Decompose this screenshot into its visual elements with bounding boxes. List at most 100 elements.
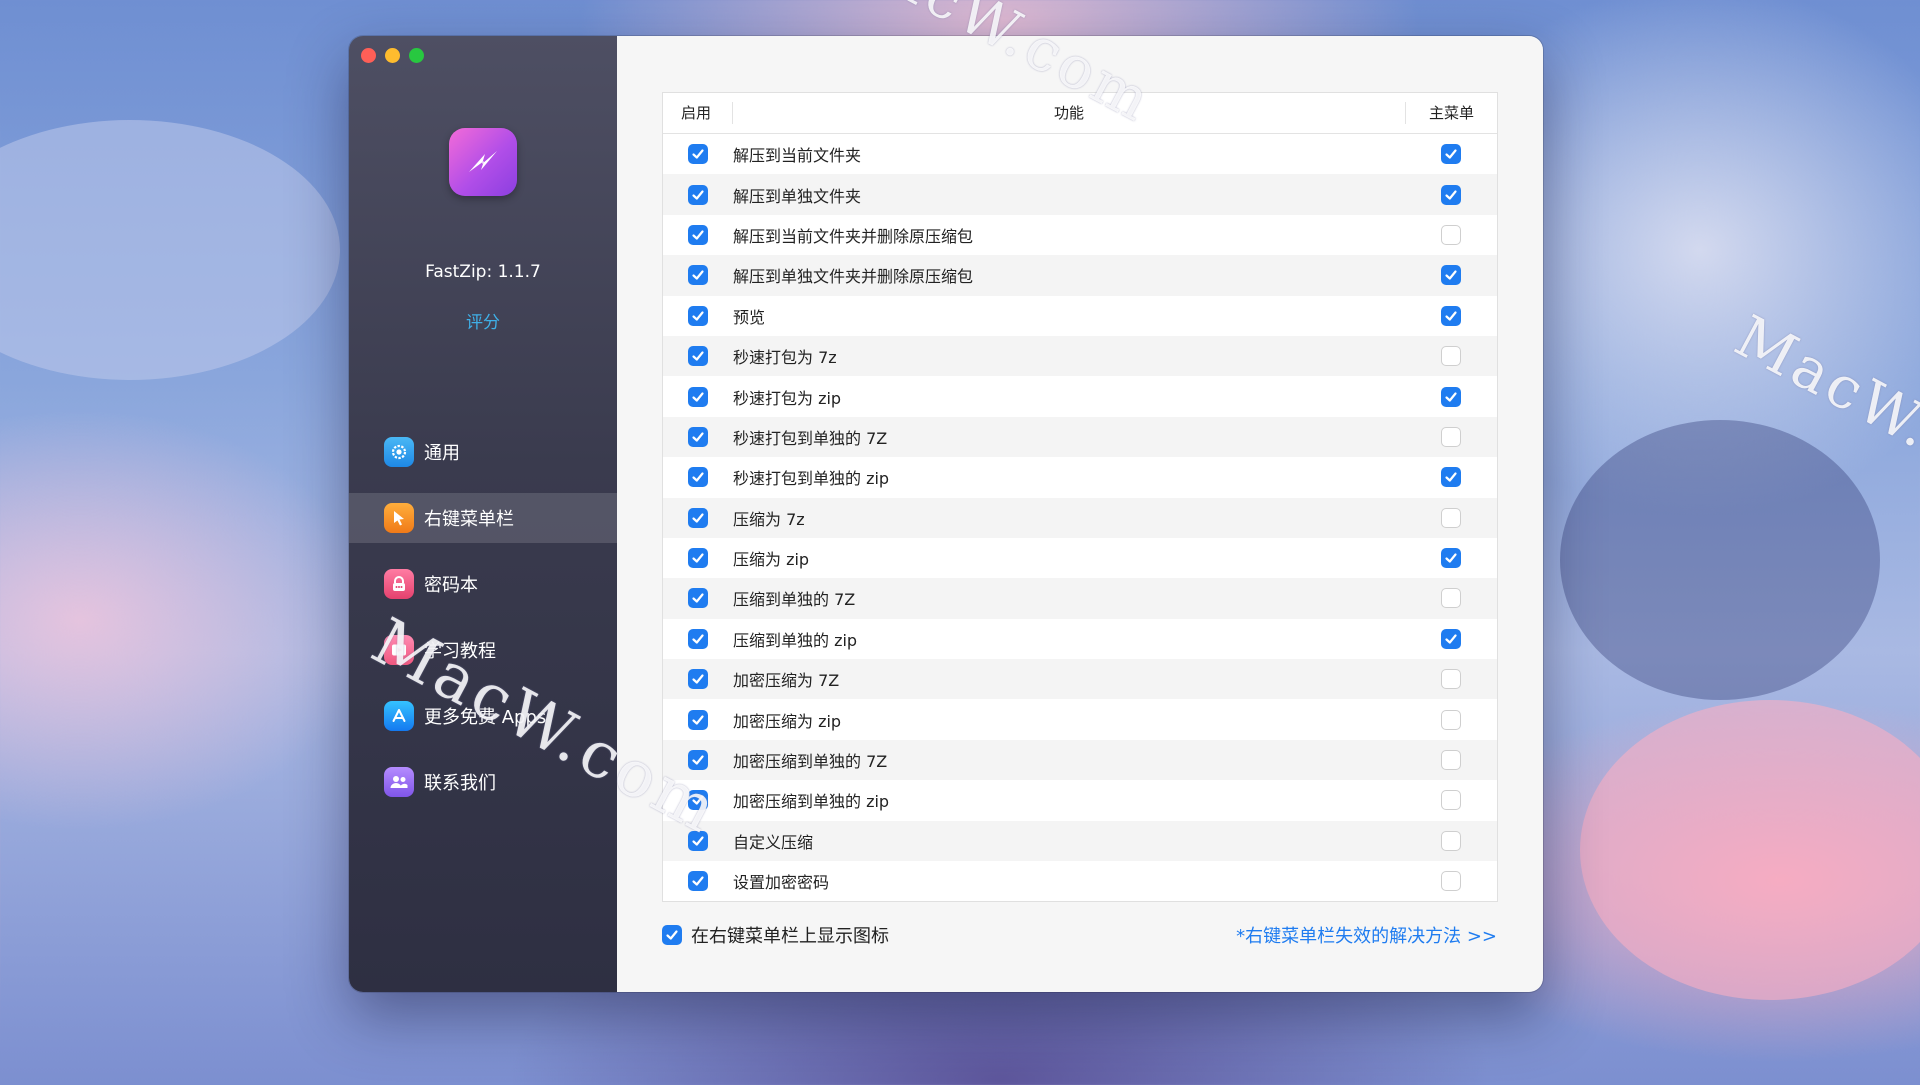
main-menu-cell bbox=[1405, 588, 1497, 609]
sidebar-item-label: 联系我们 bbox=[424, 773, 496, 794]
sidebar: FastZip: 1.1.7 评分 通用 右键菜单栏 密码本 学习教程 更多免费 App… bbox=[349, 36, 617, 992]
sidebar-item-4[interactable]: 更多免费 Apps bbox=[349, 691, 617, 741]
table-row: 秒速打包到单独的 zip bbox=[663, 457, 1497, 497]
main-menu-cell bbox=[1405, 628, 1497, 649]
main-menu-cell bbox=[1405, 548, 1497, 569]
sidebar-item-2[interactable]: 密码本 bbox=[349, 559, 617, 609]
main-menu-checkbox[interactable] bbox=[1441, 386, 1461, 407]
main-menu-checkbox[interactable] bbox=[1441, 184, 1461, 205]
main-menu-cell bbox=[1405, 709, 1497, 730]
enable-checkbox[interactable] bbox=[688, 144, 708, 165]
table-header: 启用 功能 主菜单 bbox=[663, 93, 1497, 134]
enable-checkbox[interactable] bbox=[688, 467, 708, 488]
main-menu-checkbox[interactable] bbox=[1441, 588, 1461, 609]
minimize-window-button[interactable] bbox=[385, 48, 400, 63]
enable-cell bbox=[663, 628, 733, 649]
table-row: 预览 bbox=[663, 296, 1497, 336]
show-icon-checkbox[interactable] bbox=[662, 925, 682, 945]
main-menu-checkbox[interactable] bbox=[1441, 305, 1461, 326]
enable-checkbox[interactable] bbox=[688, 346, 708, 367]
enable-checkbox[interactable] bbox=[688, 184, 708, 205]
enable-cell bbox=[663, 144, 733, 165]
function-label: 设置加密密码 bbox=[733, 873, 830, 893]
sidebar-item-1[interactable]: 右键菜单栏 bbox=[349, 493, 617, 543]
sidebar-item-3[interactable]: 学习教程 bbox=[349, 625, 617, 675]
enable-checkbox[interactable] bbox=[688, 386, 708, 407]
function-label: 加密压缩为 zip bbox=[733, 711, 842, 731]
enable-cell bbox=[663, 548, 733, 569]
main-menu-checkbox[interactable] bbox=[1441, 871, 1461, 892]
main-menu-cell bbox=[1405, 507, 1497, 528]
main-menu-checkbox[interactable] bbox=[1441, 507, 1461, 528]
function-label: 预览 bbox=[733, 307, 766, 327]
app-logo-icon bbox=[449, 128, 517, 196]
table-row: 压缩为 7z bbox=[663, 497, 1497, 538]
table-row: 压缩到单独的 7Z bbox=[663, 578, 1497, 619]
enable-checkbox[interactable] bbox=[688, 669, 708, 690]
main-panel: 启用 功能 主菜单 解压到当前文件夹 解压到单独文件夹 解压到当前文件夹并删除原压缩… bbox=[617, 36, 1543, 992]
sidebar-item-label: 右键菜单栏 bbox=[424, 509, 514, 530]
enable-cell bbox=[663, 184, 733, 205]
enable-checkbox[interactable] bbox=[688, 830, 708, 851]
cursor-icon bbox=[384, 503, 414, 533]
close-window-button[interactable] bbox=[361, 48, 376, 63]
function-label: 秒速打包为 7z bbox=[733, 348, 837, 368]
enable-checkbox[interactable] bbox=[688, 265, 708, 286]
main-menu-checkbox[interactable] bbox=[1441, 346, 1461, 367]
main-menu-checkbox[interactable] bbox=[1441, 265, 1461, 286]
enable-checkbox[interactable] bbox=[688, 588, 708, 609]
main-menu-checkbox[interactable] bbox=[1441, 628, 1461, 649]
fix-context-menu-link[interactable]: *右键菜单栏失效的解决方法 >> bbox=[1236, 922, 1497, 948]
main-menu-checkbox[interactable] bbox=[1441, 790, 1461, 811]
main-menu-cell bbox=[1405, 467, 1497, 488]
enable-checkbox[interactable] bbox=[688, 709, 708, 730]
function-label: 加密压缩到单独的 zip bbox=[733, 792, 890, 812]
sidebar-item-5[interactable]: 联系我们 bbox=[349, 757, 617, 807]
table-row: 压缩为 zip bbox=[663, 538, 1497, 578]
table-row: 秒速打包为 zip bbox=[663, 376, 1497, 416]
main-menu-cell bbox=[1405, 426, 1497, 447]
window-controls bbox=[361, 48, 424, 63]
sidebar-item-0[interactable]: 通用 bbox=[349, 427, 617, 477]
table-row: 解压到当前文件夹并删除原压缩包 bbox=[663, 215, 1497, 255]
main-menu-checkbox[interactable] bbox=[1441, 709, 1461, 730]
enable-checkbox[interactable] bbox=[688, 426, 708, 447]
enable-checkbox[interactable] bbox=[688, 628, 708, 649]
enable-checkbox[interactable] bbox=[688, 224, 708, 245]
zoom-window-button[interactable] bbox=[409, 48, 424, 63]
sidebar-item-label: 通用 bbox=[424, 443, 460, 464]
main-menu-checkbox[interactable] bbox=[1441, 426, 1461, 447]
show-icon-option[interactable]: 在右键菜单栏上显示图标 bbox=[662, 922, 889, 948]
column-header-enable: 启用 bbox=[663, 102, 733, 124]
function-label: 秒速打包到单独的 zip bbox=[733, 469, 890, 489]
enable-cell bbox=[663, 305, 733, 326]
enable-checkbox[interactable] bbox=[688, 790, 708, 811]
main-menu-checkbox[interactable] bbox=[1441, 144, 1461, 165]
show-icon-label: 在右键菜单栏上显示图标 bbox=[691, 926, 889, 947]
enable-checkbox[interactable] bbox=[688, 871, 708, 892]
table-row: 压缩到单独的 zip bbox=[663, 619, 1497, 659]
enable-cell bbox=[663, 871, 733, 892]
table-row: 秒速打包为 7z bbox=[663, 335, 1497, 377]
main-menu-cell bbox=[1405, 265, 1497, 286]
table-row: 解压到单独文件夹 bbox=[663, 174, 1497, 215]
main-menu-checkbox[interactable] bbox=[1441, 224, 1461, 245]
enable-checkbox[interactable] bbox=[688, 548, 708, 569]
table-row: 解压到单独文件夹并删除原压缩包 bbox=[663, 255, 1497, 296]
enable-checkbox[interactable] bbox=[688, 507, 708, 528]
enable-cell bbox=[663, 224, 733, 245]
enable-checkbox[interactable] bbox=[688, 305, 708, 326]
play-icon bbox=[384, 635, 414, 665]
main-menu-checkbox[interactable] bbox=[1441, 669, 1461, 690]
main-menu-cell bbox=[1405, 871, 1497, 892]
enable-checkbox[interactable] bbox=[688, 750, 708, 771]
rate-link[interactable]: 评分 bbox=[349, 308, 617, 333]
function-label: 秒速打包到单独的 7Z bbox=[733, 428, 888, 448]
main-menu-checkbox[interactable] bbox=[1441, 548, 1461, 569]
main-menu-checkbox[interactable] bbox=[1441, 750, 1461, 771]
main-menu-checkbox[interactable] bbox=[1441, 830, 1461, 851]
main-menu-checkbox[interactable] bbox=[1441, 467, 1461, 488]
enable-cell bbox=[663, 790, 733, 811]
enable-cell bbox=[663, 426, 733, 447]
main-menu-cell bbox=[1405, 224, 1497, 245]
